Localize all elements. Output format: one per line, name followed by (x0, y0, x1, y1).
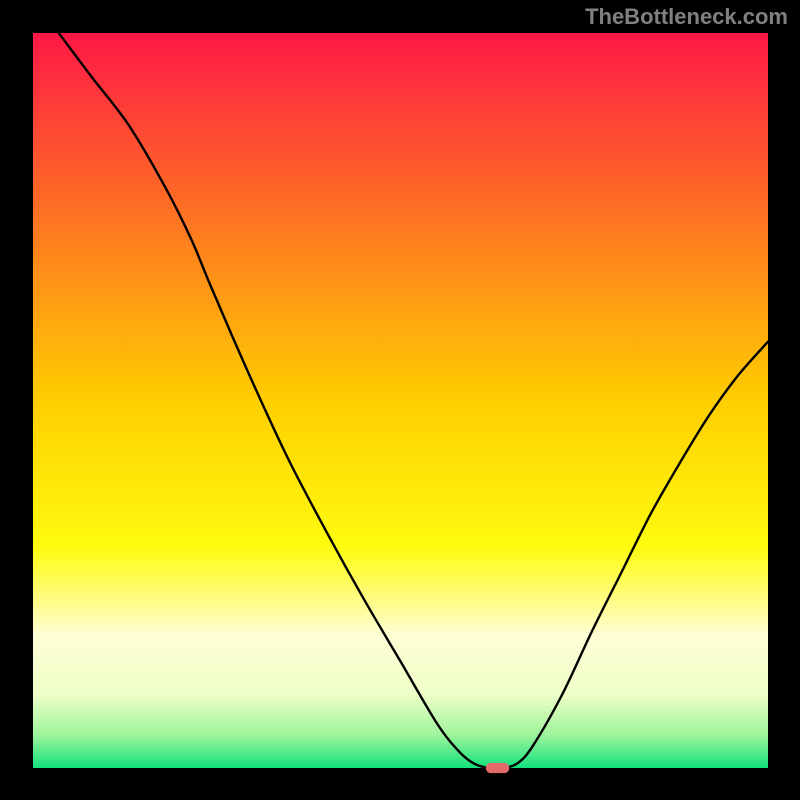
bottleneck-chart (0, 0, 800, 800)
optimal-point (486, 763, 510, 773)
gradient-background (33, 33, 768, 768)
chart-container: TheBottleneck.com (0, 0, 800, 800)
watermark: TheBottleneck.com (585, 4, 788, 30)
